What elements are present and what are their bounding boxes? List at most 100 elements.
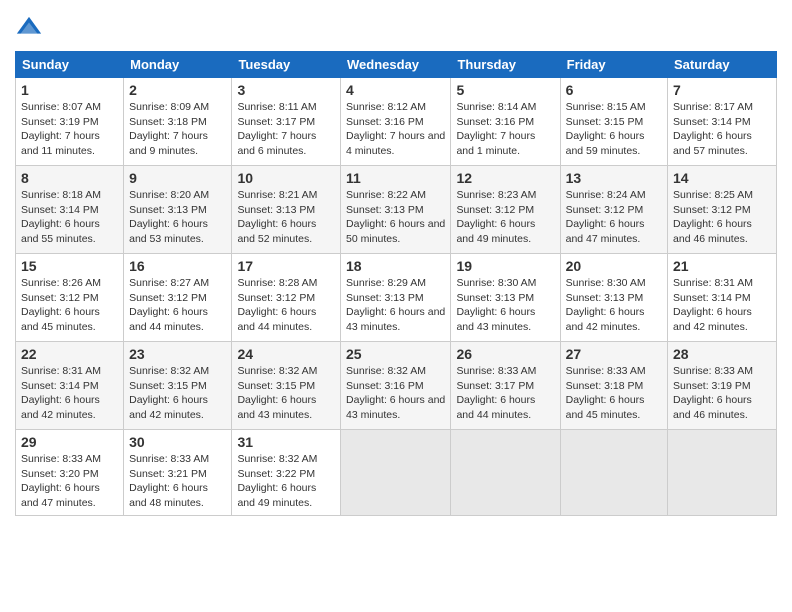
week-row-4: 22Sunrise: 8:31 AMSunset: 3:14 PMDayligh… [16, 342, 777, 430]
calendar-cell: 28 Sunrise: 8:33 AMSunset: 3:19 PMDayligh… [668, 342, 777, 430]
calendar-cell: 7 Sunrise: 8:17 AMSunset: 3:14 PMDaylight… [668, 78, 777, 166]
day-detail: Sunrise: 8:20 AMSunset: 3:13 PMDaylight:… [129, 188, 226, 247]
calendar-cell [451, 430, 560, 516]
day-number: 1 [21, 82, 118, 98]
day-number: 5 [456, 82, 554, 98]
day-number: 15 [21, 258, 118, 274]
calendar-cell: 21 Sunrise: 8:31 AMSunset: 3:14 PMDayligh… [668, 254, 777, 342]
calendar-table: SundayMondayTuesdayWednesdayThursdayFrid… [15, 51, 777, 516]
calendar-cell: 24 Sunrise: 8:32 AMSunset: 3:15 PMDayligh… [232, 342, 341, 430]
day-number: 23 [129, 346, 226, 362]
weekday-header-tuesday: Tuesday [232, 52, 341, 78]
weekday-header-saturday: Saturday [668, 52, 777, 78]
calendar-cell: 10 Sunrise: 8:21 AMSunset: 3:13 PMDayligh… [232, 166, 341, 254]
day-detail: Sunrise: 8:11 AMSunset: 3:17 PMDaylight:… [237, 100, 335, 159]
calendar-cell: 2Sunrise: 8:09 AMSunset: 3:18 PMDaylight… [124, 78, 232, 166]
day-number: 4 [346, 82, 445, 98]
calendar-cell: 12Sunrise: 8:23 AMSunset: 3:12 PMDayligh… [451, 166, 560, 254]
logo-icon [15, 15, 43, 43]
calendar-cell: 22Sunrise: 8:31 AMSunset: 3:14 PMDayligh… [16, 342, 124, 430]
calendar-cell: 4 Sunrise: 8:12 AMSunset: 3:16 PMDaylight… [341, 78, 451, 166]
weekday-header-row: SundayMondayTuesdayWednesdayThursdayFrid… [16, 52, 777, 78]
calendar-cell: 26 Sunrise: 8:33 AMSunset: 3:17 PMDayligh… [451, 342, 560, 430]
day-detail: Sunrise: 8:32 AMSunset: 3:16 PMDaylight:… [346, 364, 445, 423]
day-detail: Sunrise: 8:33 AMSunset: 3:19 PMDaylight:… [673, 364, 771, 423]
day-number: 11 [346, 170, 445, 186]
week-row-2: 8 Sunrise: 8:18 AMSunset: 3:14 PMDaylight… [16, 166, 777, 254]
day-number: 16 [129, 258, 226, 274]
day-detail: Sunrise: 8:18 AMSunset: 3:14 PMDaylight:… [21, 188, 118, 247]
day-detail: Sunrise: 8:31 AMSunset: 3:14 PMDaylight:… [673, 276, 771, 335]
calendar-cell: 16 Sunrise: 8:27 AMSunset: 3:12 PMDayligh… [124, 254, 232, 342]
calendar-cell: 17 Sunrise: 8:28 AMSunset: 3:12 PMDayligh… [232, 254, 341, 342]
day-number: 7 [673, 82, 771, 98]
calendar-cell: 5 Sunrise: 8:14 AMSunset: 3:16 PMDaylight… [451, 78, 560, 166]
calendar-cell: 6 Sunrise: 8:15 AMSunset: 3:15 PMDaylight… [560, 78, 667, 166]
day-number: 30 [129, 434, 226, 450]
calendar-cell: 18 Sunrise: 8:29 AMSunset: 3:13 PMDayligh… [341, 254, 451, 342]
weekday-header-sunday: Sunday [16, 52, 124, 78]
day-number: 10 [237, 170, 335, 186]
day-number: 13 [566, 170, 662, 186]
day-detail: Sunrise: 8:32 AMSunset: 3:22 PMDaylight:… [237, 452, 335, 511]
day-detail: Sunrise: 8:32 AMSunset: 3:15 PMDaylight:… [129, 364, 226, 423]
calendar-cell: 19Sunrise: 8:30 AMSunset: 3:13 PMDayligh… [451, 254, 560, 342]
calendar-cell: 14 Sunrise: 8:25 AMSunset: 3:12 PMDayligh… [668, 166, 777, 254]
calendar-cell: 29 Sunrise: 8:33 AMSunset: 3:20 PMDayligh… [16, 430, 124, 516]
day-detail: Sunrise: 8:33 AMSunset: 3:18 PMDaylight:… [566, 364, 662, 423]
day-detail: Sunrise: 8:26 AMSunset: 3:12 PMDaylight:… [21, 276, 118, 335]
day-detail: Sunrise: 8:29 AMSunset: 3:13 PMDaylight:… [346, 276, 445, 335]
calendar-cell: 9 Sunrise: 8:20 AMSunset: 3:13 PMDaylight… [124, 166, 232, 254]
calendar-container: SundayMondayTuesdayWednesdayThursdayFrid… [0, 0, 792, 526]
day-number: 9 [129, 170, 226, 186]
day-number: 19 [456, 258, 554, 274]
calendar-cell: 3Sunrise: 8:11 AMSunset: 3:17 PMDaylight… [232, 78, 341, 166]
day-detail: Sunrise: 8:15 AMSunset: 3:15 PMDaylight:… [566, 100, 662, 159]
calendar-cell: 27 Sunrise: 8:33 AMSunset: 3:18 PMDayligh… [560, 342, 667, 430]
calendar-cell: 20 Sunrise: 8:30 AMSunset: 3:13 PMDayligh… [560, 254, 667, 342]
calendar-cell: 31 Sunrise: 8:32 AMSunset: 3:22 PMDayligh… [232, 430, 341, 516]
day-detail: Sunrise: 8:33 AMSunset: 3:21 PMDaylight:… [129, 452, 226, 511]
day-number: 27 [566, 346, 662, 362]
calendar-cell: 25Sunrise: 8:32 AMSunset: 3:16 PMDayligh… [341, 342, 451, 430]
day-detail: Sunrise: 8:23 AMSunset: 3:12 PMDaylight:… [456, 188, 554, 247]
header-area [15, 15, 777, 43]
day-number: 28 [673, 346, 771, 362]
day-number: 21 [673, 258, 771, 274]
weekday-header-monday: Monday [124, 52, 232, 78]
day-detail: Sunrise: 8:30 AMSunset: 3:13 PMDaylight:… [566, 276, 662, 335]
calendar-cell: 23 Sunrise: 8:32 AMSunset: 3:15 PMDayligh… [124, 342, 232, 430]
day-detail: Sunrise: 8:28 AMSunset: 3:12 PMDaylight:… [237, 276, 335, 335]
day-number: 8 [21, 170, 118, 186]
day-number: 22 [21, 346, 118, 362]
calendar-cell: 1 Sunrise: 8:07 AMSunset: 3:19 PMDaylight… [16, 78, 124, 166]
day-detail: Sunrise: 8:12 AMSunset: 3:16 PMDaylight:… [346, 100, 445, 159]
day-number: 6 [566, 82, 662, 98]
day-number: 26 [456, 346, 554, 362]
day-detail: Sunrise: 8:14 AMSunset: 3:16 PMDaylight:… [456, 100, 554, 159]
day-number: 20 [566, 258, 662, 274]
calendar-cell: 8 Sunrise: 8:18 AMSunset: 3:14 PMDaylight… [16, 166, 124, 254]
day-detail: Sunrise: 8:33 AMSunset: 3:20 PMDaylight:… [21, 452, 118, 511]
day-detail: Sunrise: 8:21 AMSunset: 3:13 PMDaylight:… [237, 188, 335, 247]
day-number: 18 [346, 258, 445, 274]
weekday-header-thursday: Thursday [451, 52, 560, 78]
day-detail: Sunrise: 8:25 AMSunset: 3:12 PMDaylight:… [673, 188, 771, 247]
day-number: 14 [673, 170, 771, 186]
day-detail: Sunrise: 8:33 AMSunset: 3:17 PMDaylight:… [456, 364, 554, 423]
day-number: 29 [21, 434, 118, 450]
calendar-cell: 11Sunrise: 8:22 AMSunset: 3:13 PMDayligh… [341, 166, 451, 254]
day-detail: Sunrise: 8:09 AMSunset: 3:18 PMDaylight:… [129, 100, 226, 159]
day-detail: Sunrise: 8:32 AMSunset: 3:15 PMDaylight:… [237, 364, 335, 423]
calendar-cell: 13Sunrise: 8:24 AMSunset: 3:12 PMDayligh… [560, 166, 667, 254]
calendar-cell: 15 Sunrise: 8:26 AMSunset: 3:12 PMDayligh… [16, 254, 124, 342]
weekday-header-wednesday: Wednesday [341, 52, 451, 78]
week-row-5: 29 Sunrise: 8:33 AMSunset: 3:20 PMDayligh… [16, 430, 777, 516]
calendar-cell [668, 430, 777, 516]
day-number: 17 [237, 258, 335, 274]
day-number: 24 [237, 346, 335, 362]
day-detail: Sunrise: 8:07 AMSunset: 3:19 PMDaylight:… [21, 100, 118, 159]
day-detail: Sunrise: 8:17 AMSunset: 3:14 PMDaylight:… [673, 100, 771, 159]
day-number: 31 [237, 434, 335, 450]
day-detail: Sunrise: 8:27 AMSunset: 3:12 PMDaylight:… [129, 276, 226, 335]
